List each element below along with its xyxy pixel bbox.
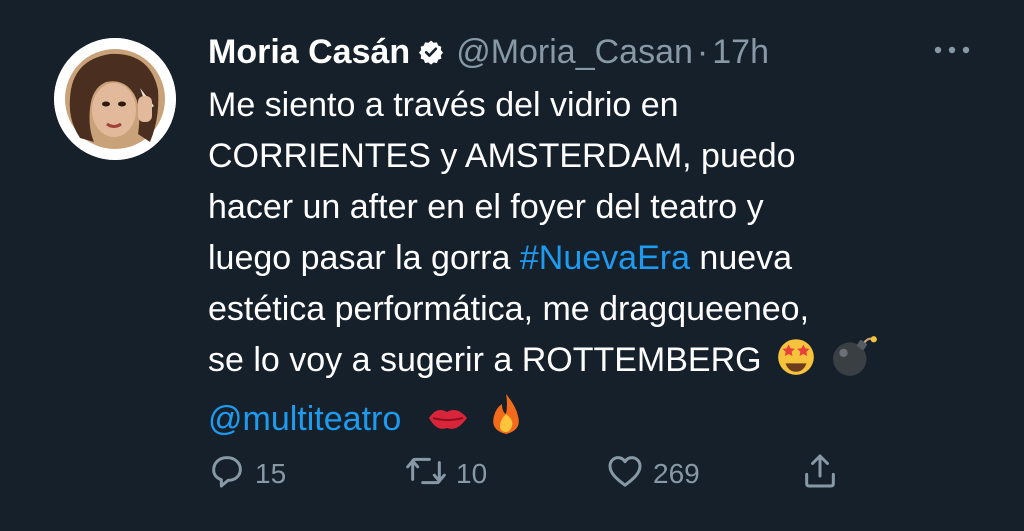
verified-badge-icon — [418, 39, 444, 65]
tweet-header: Moria Casán @Moria_Casan · 17h — [208, 26, 769, 78]
retweet-count: 10 — [456, 458, 488, 489]
mention-link[interactable]: @multiteatro — [208, 400, 401, 438]
kiss-mark-emoji-icon — [425, 400, 471, 451]
timestamp[interactable]: 17h — [712, 33, 769, 72]
bomb-emoji-icon — [831, 335, 879, 392]
tweet-card[interactable]: Moria Casán @Moria_Casan · 17h Me siento… — [0, 0, 1024, 531]
avatar[interactable] — [54, 38, 176, 160]
separator-dot: · — [696, 32, 709, 71]
tweet-text-fragment: nueva — [689, 239, 793, 277]
share-button[interactable] — [800, 448, 840, 500]
tweet-text-line: hacer un after en el foyer del teatro y — [208, 188, 764, 226]
like-button[interactable]: 269 — [605, 448, 700, 500]
retweet-icon — [404, 451, 448, 498]
heart-icon — [605, 451, 645, 498]
like-count: 269 — [653, 458, 700, 489]
author-name[interactable]: Moria Casán — [208, 33, 410, 72]
reply-count: 15 — [255, 458, 287, 489]
tweet-text-fragment: se lo voy a sugerir a ROTTEMBERG — [208, 341, 762, 379]
share-icon — [800, 451, 840, 498]
tweet-text-line: @multiteatro — [208, 392, 988, 451]
tweet-text-line: CORRIENTES y AMSTERDAM, puedo — [208, 137, 796, 175]
tweet-text-line: se lo voy a sugerir a ROTTEMBERG — [208, 335, 988, 392]
star-struck-emoji-icon — [775, 335, 817, 392]
author-handle[interactable]: @Moria_Casan — [456, 33, 693, 72]
tweet-text-fragment: luego pasar la gorra — [208, 239, 520, 277]
reply-icon — [207, 451, 247, 498]
hashtag-link[interactable]: #NuevaEra — [520, 239, 690, 277]
reply-button[interactable]: 15 — [207, 448, 286, 500]
tweet-text-line: luego pasar la gorra #NuevaEra nueva — [208, 233, 988, 284]
fire-emoji-icon — [486, 392, 526, 451]
tweet-text: Me siento a través del vidrio en CORRIEN… — [208, 80, 988, 451]
more-icon[interactable] — [930, 30, 974, 70]
tweet-text-line: estética performática, me dragqueeneo, — [208, 290, 810, 328]
retweet-button[interactable]: 10 — [404, 448, 487, 500]
tweet-text-line: Me siento a través del vidrio en — [208, 86, 679, 124]
action-bar: 15 10 269 — [0, 448, 1024, 500]
